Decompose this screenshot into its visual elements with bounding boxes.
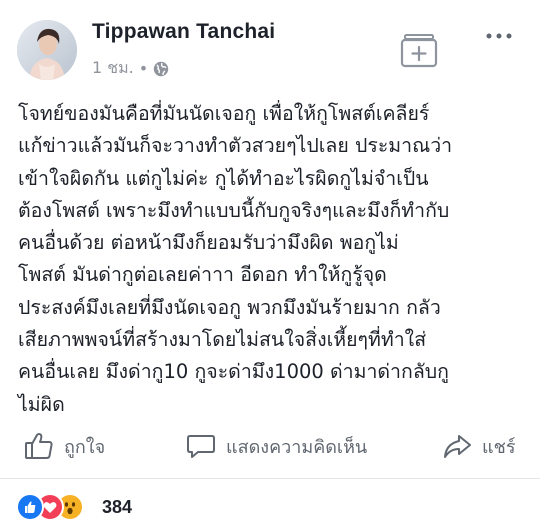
author-avatar[interactable]: [17, 20, 77, 80]
like-reaction-icon: [16, 493, 44, 521]
share-arrow-icon: [444, 435, 471, 458]
post-body-text: โจทย์ของมันคือที่มันนัดเจอกู เพื่อให้กูโ…: [18, 102, 453, 416]
reaction-count[interactable]: 384: [102, 497, 132, 518]
globe-icon[interactable]: [153, 61, 169, 77]
avatar-photo: [17, 20, 77, 80]
meta-separator: •: [138, 59, 149, 78]
comment-button[interactable]: แสดงความคิดเห็น: [186, 430, 367, 462]
author-name[interactable]: Tippawan Tanchai: [92, 20, 275, 44]
post-header: Tippawan Tanchai 1 ชม. •: [0, 0, 540, 92]
share-label: แชร์: [482, 436, 516, 458]
like-label: ถูกใจ: [64, 436, 106, 458]
reaction-icons: [16, 493, 92, 521]
more-options-button[interactable]: [482, 28, 516, 42]
save-post-icon: [400, 34, 438, 68]
comment-icon: [187, 435, 215, 458]
comment-label: แสดงความคิดเห็น: [226, 436, 368, 458]
like-button[interactable]: ถูกใจ: [24, 430, 105, 462]
post-meta: 1 ชม. •: [92, 56, 169, 81]
reactions-summary[interactable]: 384: [16, 492, 132, 522]
more-options-icon: [486, 33, 512, 39]
thumbs-up-icon: [25, 433, 53, 459]
share-button[interactable]: แชร์: [442, 430, 516, 462]
post-time[interactable]: 1 ชม.: [92, 56, 134, 81]
save-post-button[interactable]: [400, 32, 438, 68]
post-actions-bar: ถูกใจ แสดงความคิดเห็น แชร์: [0, 414, 540, 479]
